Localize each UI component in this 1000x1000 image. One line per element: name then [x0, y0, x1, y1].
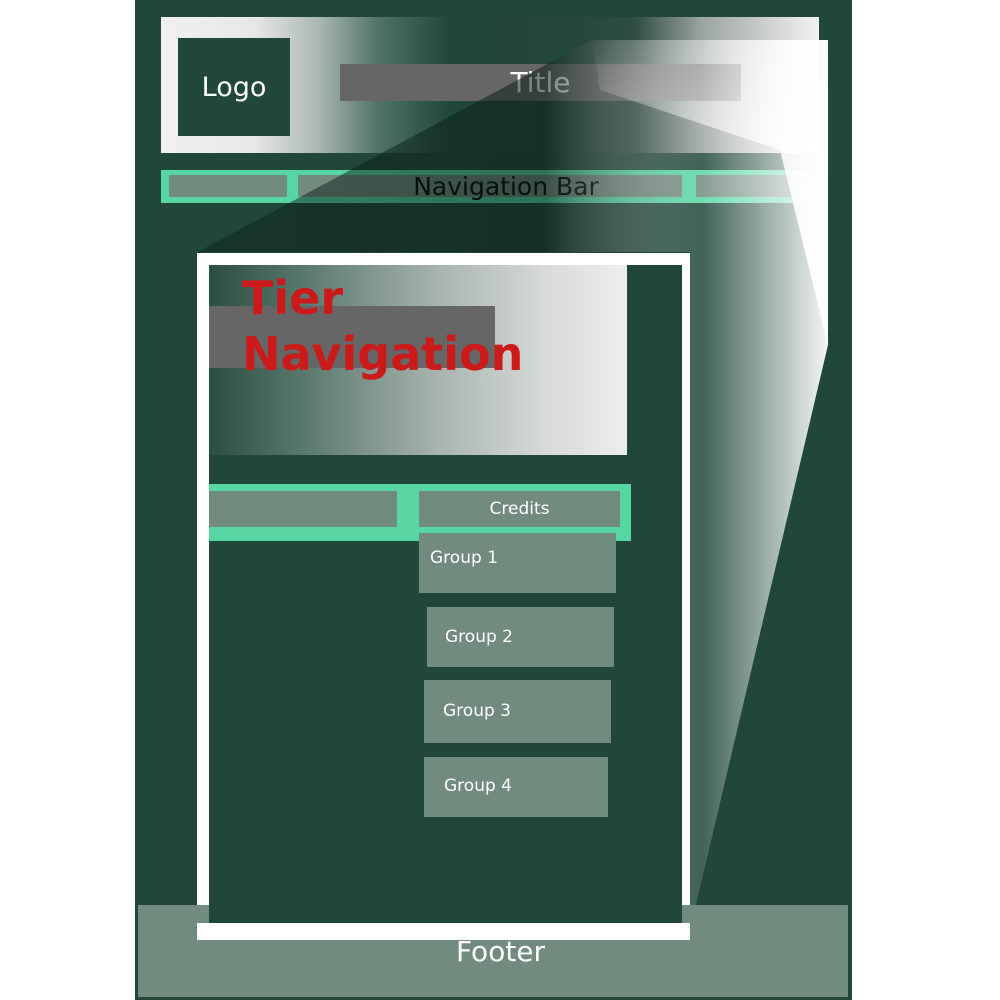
title-label: Title — [510, 66, 571, 99]
tier-navigation-title: Tier Navigation — [242, 271, 524, 381]
dropdown-item-group-4[interactable]: Group 4 — [424, 757, 608, 817]
group-label: Group 2 — [445, 627, 513, 647]
group-label: Group 3 — [443, 701, 511, 721]
logo-label: Logo — [201, 71, 267, 103]
dropdown-item-group-3[interactable]: Group 3 — [424, 680, 611, 743]
tier-nav-item[interactable] — [209, 491, 397, 527]
tier-navigation-panel-bottom — [209, 905, 682, 923]
navigation-bar-label: Navigation Bar — [413, 172, 599, 201]
logo[interactable]: Logo — [178, 38, 290, 136]
credits-label: Credits — [489, 499, 550, 519]
page-title: Title — [340, 64, 741, 101]
credits-menu[interactable]: Credits — [419, 491, 620, 527]
dropdown-item-group-1[interactable]: Group 1 — [419, 533, 616, 593]
footer-label: Footer — [455, 935, 546, 968]
group-label: Group 4 — [444, 776, 512, 796]
wireframe-page: Logo Title Navigation Bar Tier Navigatio… — [0, 0, 1000, 1000]
group-label: Group 1 — [430, 548, 498, 568]
dropdown-item-group-2[interactable]: Group 2 — [427, 607, 614, 667]
